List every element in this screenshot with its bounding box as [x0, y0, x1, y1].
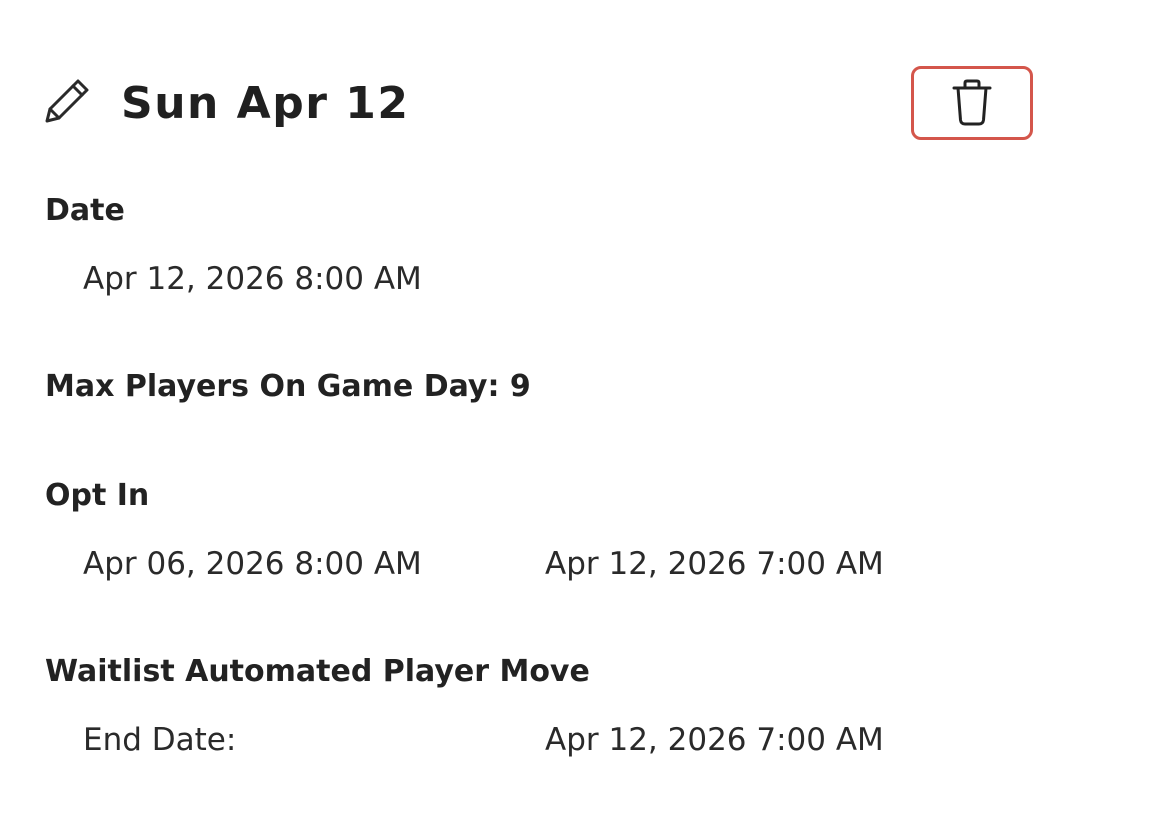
opt-in-start: Apr 06, 2026 8:00 AM: [83, 546, 422, 582]
trash-icon: [952, 79, 992, 126]
waitlist-end-date-value: Apr 12, 2026 7:00 AM: [545, 722, 884, 758]
opt-in-end: Apr 12, 2026 7:00 AM: [545, 546, 884, 582]
opt-in-label: Opt In: [45, 478, 150, 513]
pencil-icon[interactable]: [42, 76, 92, 126]
date-value: Apr 12, 2026 8:00 AM: [83, 261, 422, 297]
max-players-label: Max Players On Game Day: 9: [45, 369, 531, 404]
delete-button[interactable]: [911, 66, 1033, 140]
page-title: Sun Apr 12: [121, 78, 410, 129]
game-day-header: Sun Apr 12: [40, 66, 1040, 140]
waitlist-end-date-label: End Date:: [83, 722, 237, 758]
date-label: Date: [45, 193, 125, 228]
waitlist-label: Waitlist Automated Player Move: [45, 654, 590, 689]
